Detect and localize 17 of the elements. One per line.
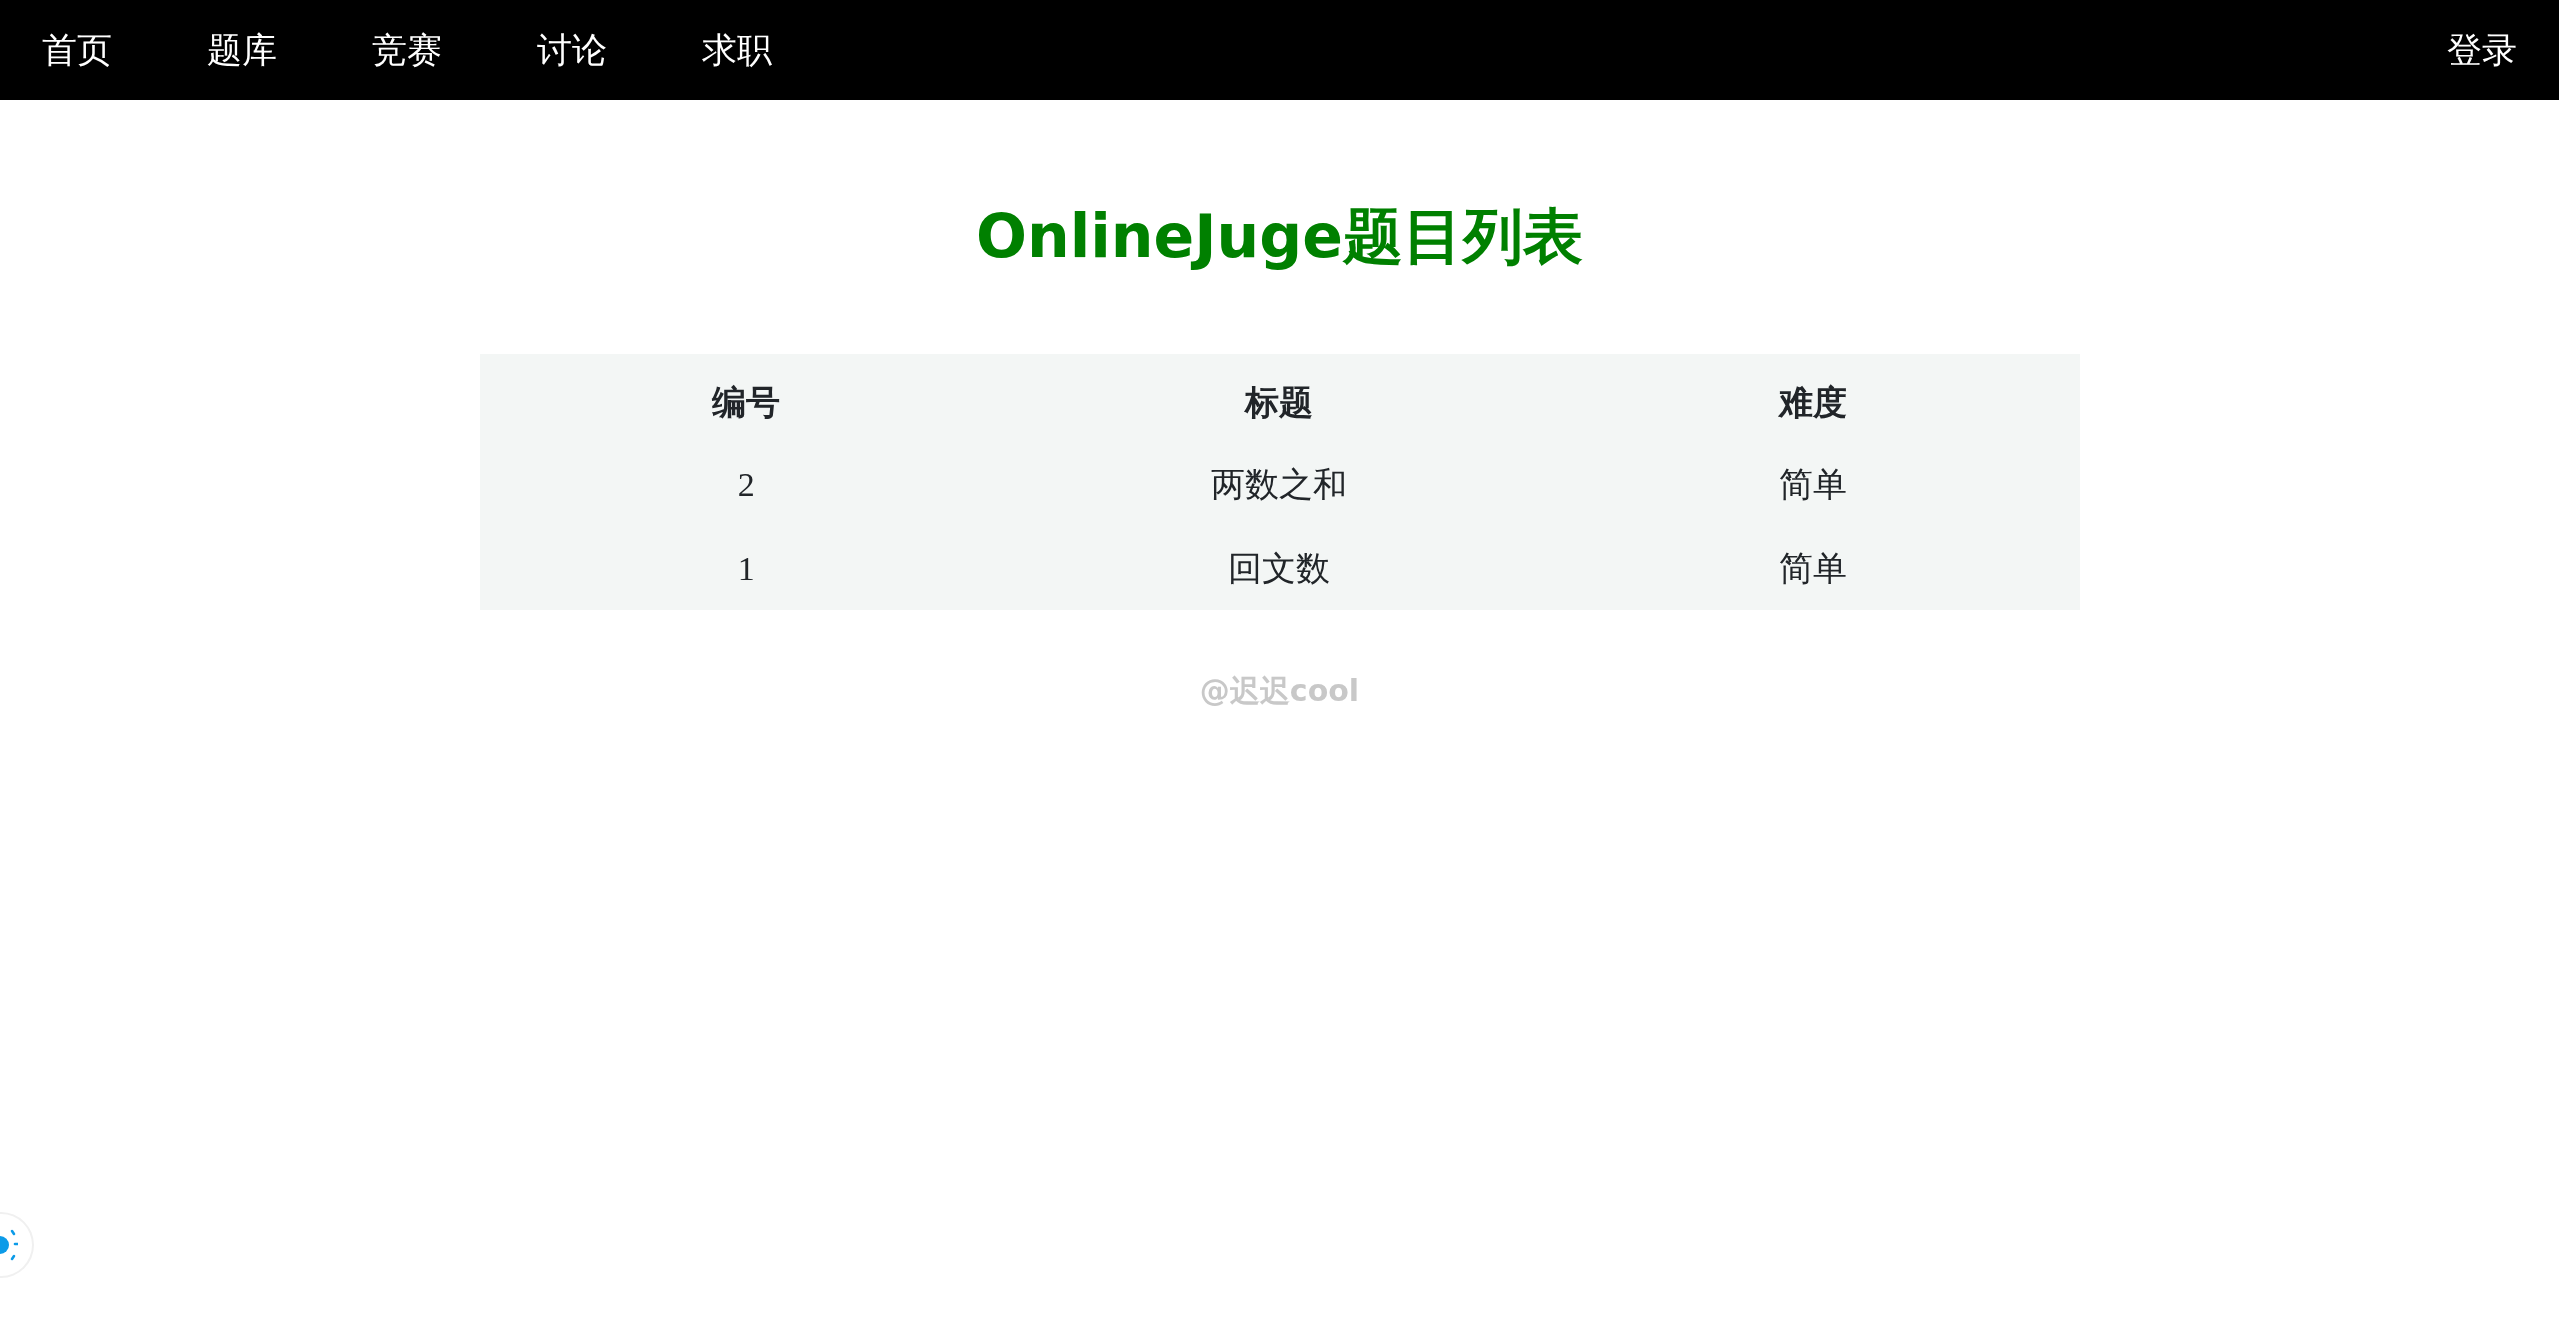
nav-link[interactable]: 竞赛 xyxy=(372,23,442,77)
column-header: 难度 xyxy=(1546,354,2080,442)
page-title: OnlineJuge题目列表 xyxy=(975,200,1584,272)
table-cell: 2 xyxy=(479,442,1013,526)
nav-link[interactable]: 求职 xyxy=(702,23,772,77)
column-header: 编号 xyxy=(479,354,1013,442)
table-cell: 1 xyxy=(479,526,1013,610)
table-cell: 两数之和 xyxy=(1012,442,1547,526)
sun-icon xyxy=(0,1228,18,1262)
column-header: 标题 xyxy=(1012,354,1547,442)
nav-link[interactable]: 题库 xyxy=(207,23,277,77)
table-cell: 简单 xyxy=(1546,442,2080,526)
nav-link[interactable]: 讨论 xyxy=(537,23,607,77)
nav-link[interactable]: 首页 xyxy=(42,23,112,77)
table-cell: 简单 xyxy=(1546,526,2080,610)
table-cell: 回文数 xyxy=(1012,526,1547,610)
login-link[interactable]: 登录 xyxy=(2447,23,2517,77)
